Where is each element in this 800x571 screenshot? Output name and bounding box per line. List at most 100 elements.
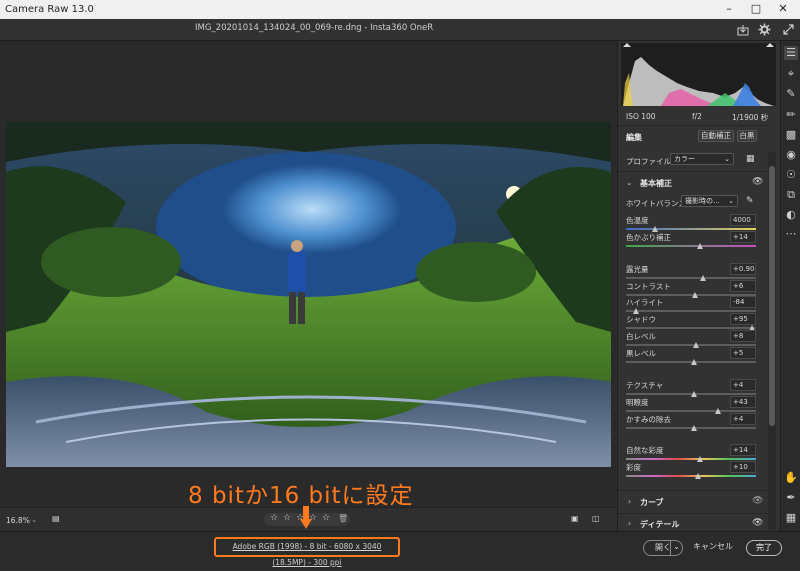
slider-label: 色温度 [626,216,649,225]
wb-label: ホワイトバランス [626,199,686,208]
slider-value-input[interactable]: 4000 [730,214,756,226]
slider-label: ハイライト [626,298,664,307]
slider-track[interactable] [626,475,756,477]
slider-value-input[interactable]: +14 [730,231,756,243]
edit-title: 編集 [626,133,642,142]
gear-icon[interactable] [758,23,771,36]
slider-value-input[interactable]: +43 [730,396,756,408]
slider-label: かすみの除去 [626,415,671,424]
export-icon[interactable] [737,24,749,36]
maximize-icon[interactable]: □ [745,0,767,19]
minimize-icon[interactable]: – [718,0,740,19]
auto-button[interactable]: 自動補正 [698,130,734,142]
slider-thumb[interactable] [694,473,701,479]
iso-value: ISO 100 [626,112,656,121]
redeye-icon[interactable]: ☉ [784,168,798,182]
done-button[interactable]: 完了 [746,540,782,556]
before-after-icon[interactable]: ◫ [592,514,600,523]
annotation-text: 8 bitか16 bitに設定 [188,483,414,509]
slider-thumb[interactable] [715,408,722,414]
slider-thumb[interactable] [693,342,700,348]
scrollbar-thumb[interactable] [769,166,775,426]
divider [618,490,768,491]
open-button[interactable]: 開く ⌄ [643,540,683,556]
profile-browser-icon[interactable]: ▦ [746,154,755,164]
hand-icon[interactable]: ✋ [784,471,798,485]
grid-icon[interactable]: ▦ [784,511,798,525]
chevron-down-icon[interactable]: ⌄ [626,178,632,187]
slider-track[interactable] [626,245,756,247]
slider-value-input[interactable]: -84 [730,296,756,308]
edit-icon[interactable]: ☰ [784,46,798,60]
image-canvas[interactable] [0,41,617,507]
chevron-right-icon[interactable]: › [628,497,631,506]
cancel-button[interactable]: キャンセル [693,540,733,556]
fullscreen-icon[interactable] [783,24,794,35]
close-icon[interactable]: ✕ [772,0,794,19]
trash-icon[interactable]: 🗑 [338,514,348,523]
star-icon[interactable]: ☆ [283,513,291,523]
curve-section-title[interactable]: カーブ [640,497,664,508]
slider-track[interactable] [626,344,756,346]
slider-value-input[interactable]: +5 [730,347,756,359]
eyedropper-icon[interactable]: ✒ [784,491,798,505]
brush-icon[interactable]: ✏ [784,108,798,122]
document-filename: IMG_20201014_134024_00_069-re.dng - Inst… [195,23,434,33]
wb-select[interactable]: 撮影時の... ⌄ [681,195,738,207]
histogram [621,43,776,106]
filmstrip-icon[interactable]: ▤ [52,514,60,523]
eye-icon[interactable]: 👁 [752,177,763,187]
workflow-options-link[interactable]: Adobe RGB (1998) - 8 bit - 6080 x 3040 (… [214,537,400,567]
panel-scrollbar[interactable] [768,152,776,530]
chevron-down-icon[interactable]: ⌄ [670,540,682,556]
slider-label: 白レベル [626,332,656,341]
bw-button[interactable]: 白黒 [737,130,757,142]
slider-track[interactable] [626,410,756,412]
heal-icon[interactable]: ✎ [784,87,798,101]
slider-track[interactable] [626,310,756,312]
slider-value-input[interactable]: +6 [730,280,756,292]
slider-label: テクスチャ [626,381,664,390]
basic-section-title[interactable]: 基本補正 [640,178,672,189]
profile-select[interactable]: カラー ⌄ [670,153,734,165]
gradient-icon[interactable]: ▩ [784,128,798,142]
slider-label: 露光量 [626,265,649,274]
slider-track[interactable] [626,228,756,230]
detail-section-title[interactable]: ディテール [640,519,679,530]
slider-track[interactable] [626,327,756,329]
open-label: 開く [655,543,671,552]
crop-icon[interactable]: ⌖ [784,67,798,81]
chevron-down-icon: ⌄ [728,197,734,205]
slider-thumb[interactable] [690,425,697,431]
radial-icon[interactable]: ◉ [784,148,798,162]
eye-icon[interactable]: 👁 [752,496,763,506]
slider-thumb[interactable] [697,456,704,462]
slider-thumb[interactable] [690,391,697,397]
chevron-right-icon[interactable]: › [628,519,631,528]
view-mode-icon[interactable]: ▣ [571,514,579,523]
slider-thumb[interactable] [690,359,697,365]
shutter-value: 1/1900 秒 [732,113,769,122]
slider-value-input[interactable]: +4 [730,413,756,425]
star-icon[interactable]: ☆ [322,513,330,523]
zoom-dropdown-icon[interactable]: ⌄ [31,515,37,524]
slider-value-input[interactable]: +14 [730,444,756,456]
presets-icon[interactable]: ◐ [784,208,798,222]
slider-thumb[interactable] [691,292,698,298]
snapshots-icon[interactable]: ⧉ [784,188,798,202]
slider-value-input[interactable]: +0.90 [730,263,756,275]
slider-track[interactable] [626,277,756,279]
more-icon[interactable]: ⋯ [784,227,798,241]
tool-strip: ☰ ⌖ ✎ ✏ ▩ ◉ ☉ ⧉ ◐ ⋯ ✋ ✒ ▦ [780,41,800,531]
slider-thumb[interactable] [697,243,704,249]
slider-value-input[interactable]: +8 [730,330,756,342]
slider-value-input[interactable]: +4 [730,379,756,391]
star-icon[interactable]: ☆ [270,513,278,523]
eye-icon[interactable]: 👁 [752,518,763,528]
slider-value-input[interactable]: +95 [730,313,756,325]
slider-value-input[interactable]: +10 [730,461,756,473]
zoom-level[interactable]: 16.8% [6,516,30,525]
slider-thumb[interactable] [699,275,706,281]
eyedropper-icon[interactable]: ✎ [746,196,754,206]
slider-track[interactable] [626,458,756,460]
